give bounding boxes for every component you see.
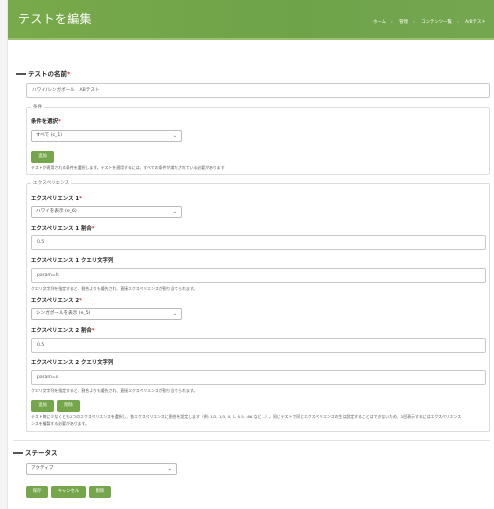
- cancel-button[interactable]: キャンセル: [51, 486, 86, 498]
- breadcrumb-admin[interactable]: 管理: [399, 20, 408, 25]
- page-title: テストを編集: [18, 12, 92, 26]
- chevron-down-icon: ⌄: [172, 209, 177, 215]
- experiences-legend: エクスペリエンス: [31, 180, 72, 186]
- experience-1-ratio-input[interactable]: 0.5: [31, 235, 486, 250]
- experience-2-ratio-input[interactable]: 0.5: [31, 338, 486, 353]
- experience-2-ratio-label: エクスペリエンス 2 割合*: [31, 328, 95, 334]
- test-name-heading: テストの名前*: [16, 68, 70, 78]
- left-edge: [0, 0, 8, 509]
- breadcrumb-separator: ›: [413, 20, 415, 25]
- breadcrumb-abtest[interactable]: A/Bテスト: [465, 20, 486, 25]
- experience-1-query-input[interactable]: param=h: [31, 268, 486, 283]
- experience-2-label: エクスペリエンス 2*: [31, 298, 82, 304]
- experience-2-query-help: クエリ文字列を指定すると、割合よりも優先され、直接エクスペリエンスが割り当てられ…: [31, 388, 198, 393]
- page-header: テストを編集 ホーム › 管理 › コンテンツ一覧 › A/Bテスト: [8, 0, 494, 40]
- breadcrumb-separator: ›: [456, 20, 459, 25]
- conditions-help: テストが適用される条件を選択します。テストを適用するには、すべての条件が満たされ…: [31, 165, 225, 170]
- experience-1-select[interactable]: ハワイを表示 (e_6) ⌄: [31, 206, 182, 218]
- chevron-down-icon: ⌄: [167, 466, 172, 472]
- chevron-down-icon: ⌄: [172, 133, 177, 139]
- experience-1-ratio-label: エクスペリエンス 1 割合*: [31, 226, 95, 232]
- chevron-down-icon: ⌄: [172, 311, 177, 317]
- experience-2-query-input[interactable]: param=s: [31, 370, 486, 385]
- experience-1-label: エクスペリエンス 1*: [31, 196, 82, 202]
- experience-2-select[interactable]: シンガポールを表示 (e_5) ⌄: [31, 308, 182, 320]
- experiences-help-line1: テスト毎に少なくとも2つのエクスペリエンスを選択し、各エクスペリエンスに割合を設…: [31, 414, 462, 419]
- save-button[interactable]: 保存: [26, 486, 48, 498]
- section-divider: [13, 440, 490, 441]
- breadcrumb-home[interactable]: ホーム: [373, 20, 386, 25]
- status-select[interactable]: アクティブ ⌄: [26, 463, 177, 475]
- condition-select[interactable]: すべて (c_1) ⌄: [31, 130, 182, 142]
- add-experience-button[interactable]: 追加: [31, 400, 54, 412]
- breadcrumb: ホーム › 管理 › コンテンツ一覧 › A/Bテスト: [373, 19, 491, 25]
- experience-1-query-label: エクスペリエンス 1 クエリ文字列: [31, 258, 114, 264]
- delete-button[interactable]: 削除: [89, 486, 111, 498]
- remove-experience-button[interactable]: 削除: [57, 400, 80, 412]
- breadcrumb-separator: ›: [391, 20, 393, 25]
- test-name-input[interactable]: ハワイ/シンガポール ABテスト: [26, 83, 490, 98]
- breadcrumb-content-list[interactable]: コンテンツ一覧: [421, 20, 452, 25]
- experiences-help-line2: ンスを複製する必要があります。: [31, 421, 89, 426]
- condition-select-label: 条件を選択*: [31, 119, 61, 125]
- conditions-legend: 条件: [31, 104, 45, 110]
- status-heading: ステータス: [13, 447, 58, 457]
- add-condition-button[interactable]: 追加: [31, 151, 54, 163]
- experience-2-query-label: エクスペリエンス 2 クエリ文字列: [31, 360, 114, 366]
- experience-1-query-help: クエリ文字列を指定すると、割合よりも優先され、直接エクスペリエンスが割り当てられ…: [31, 286, 198, 291]
